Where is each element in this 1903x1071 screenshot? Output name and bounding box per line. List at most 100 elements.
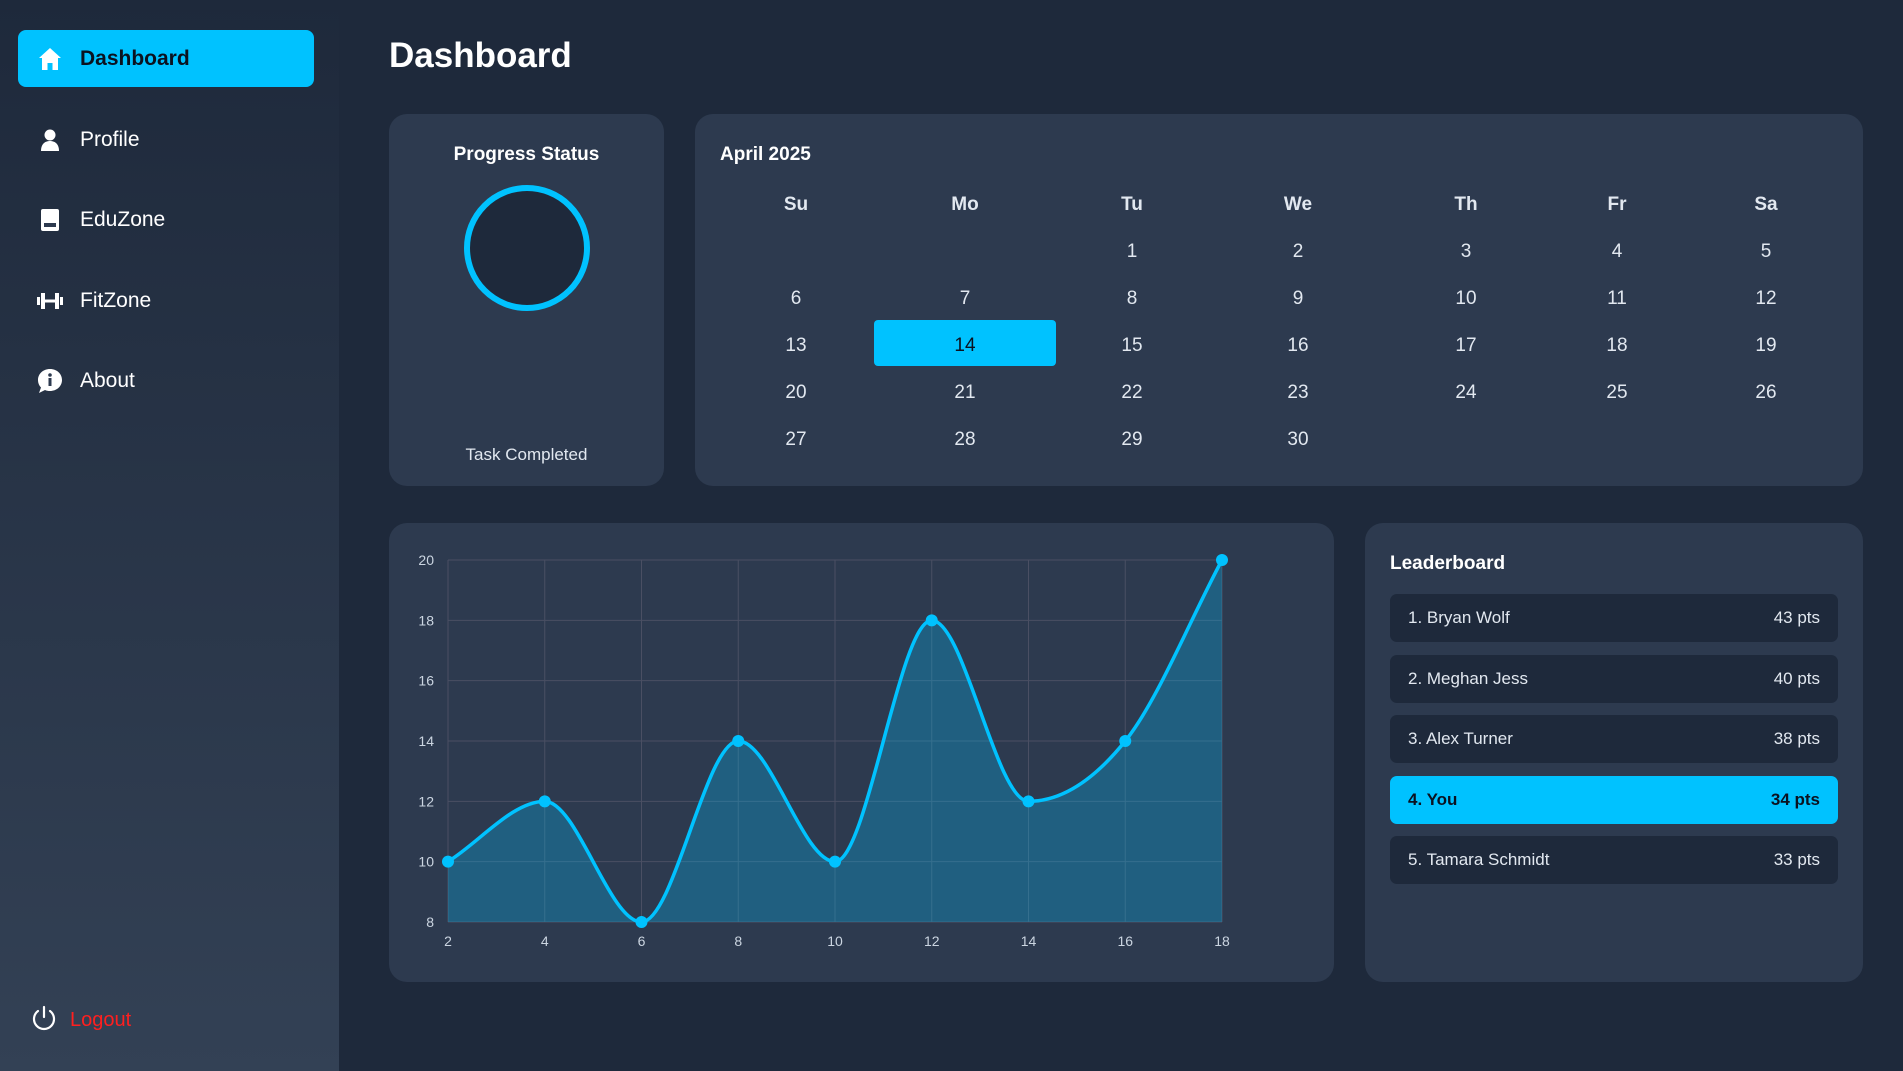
- leaderboard-points: 43 pts: [1773, 608, 1820, 627]
- y-tick-label: 16: [418, 673, 434, 689]
- page-title: Dashboard: [389, 36, 572, 75]
- calendar-day[interactable]: 19: [1736, 335, 1796, 357]
- data-point: [442, 855, 454, 868]
- calendar-day[interactable]: 10: [1436, 288, 1496, 310]
- data-point: [1022, 795, 1035, 808]
- calendar-day[interactable]: 22: [1102, 382, 1162, 404]
- calendar-day[interactable]: 16: [1268, 335, 1328, 357]
- data-point: [1216, 554, 1228, 566]
- sidebar-item-eduzone[interactable]: EduZone: [18, 191, 314, 248]
- logout-button[interactable]: Logout: [30, 1004, 131, 1037]
- sidebar-item-dashboard[interactable]: Dashboard: [18, 30, 314, 87]
- leaderboard-row: 5. Tamara Schmidt 33 pts: [1390, 836, 1838, 884]
- calendar-weekday: Th: [1454, 194, 1478, 215]
- calendar-day[interactable]: 9: [1268, 288, 1328, 310]
- data-point: [635, 916, 648, 928]
- power-icon: [30, 1004, 58, 1037]
- y-tick-label: 8: [426, 914, 434, 930]
- x-tick-label: 6: [638, 933, 646, 949]
- y-tick-label: 14: [418, 733, 434, 749]
- calendar-weekday: Su: [783, 194, 809, 215]
- leaderboard-points: 33 pts: [1773, 850, 1820, 869]
- x-tick-label: 8: [734, 933, 742, 949]
- sidebar-item-label: About: [80, 368, 135, 392]
- sidebar-item-profile[interactable]: Profile: [18, 111, 314, 168]
- progress-card: Progress Status Task Completed: [389, 114, 664, 486]
- x-tick-label: 14: [1021, 933, 1037, 949]
- calendar-title: April 2025: [720, 144, 811, 165]
- x-tick-label: 2: [444, 933, 452, 949]
- progress-title: Progress Status: [453, 144, 600, 165]
- calendar-day[interactable]: 21: [935, 382, 995, 404]
- calendar-day[interactable]: 2: [1268, 241, 1328, 263]
- book-icon: [36, 206, 64, 234]
- calendar-day[interactable]: 13: [766, 335, 826, 357]
- sidebar-item-label: EduZone: [80, 207, 166, 231]
- leaderboard-name: 2. Meghan Jess: [1408, 668, 1529, 688]
- calendar-day[interactable]: 29: [1102, 429, 1162, 451]
- x-tick-label: 4: [541, 933, 549, 949]
- leaderboard-name: 1. Bryan Wolf: [1408, 608, 1510, 627]
- info-icon: [36, 367, 64, 395]
- leaderboard-title: Leaderboard: [1390, 553, 1506, 574]
- sidebar-item-label: FitZone: [80, 288, 152, 312]
- calendar-weekday: Mo: [951, 194, 979, 215]
- calendar-weekday: Fr: [1607, 194, 1627, 215]
- data-point: [732, 735, 745, 747]
- data-point: [829, 855, 841, 868]
- calendar-day[interactable]: 5: [1736, 241, 1796, 263]
- sidebar-item-about[interactable]: About: [18, 352, 314, 409]
- calendar-weekday: Sa: [1754, 194, 1778, 215]
- calendar-day[interactable]: 20: [766, 382, 826, 404]
- calendar-day[interactable]: 27: [766, 429, 826, 451]
- calendar-weekday: Tu: [1121, 194, 1143, 215]
- calendar-day[interactable]: 1: [1102, 241, 1162, 263]
- calendar-day[interactable]: 30: [1268, 429, 1328, 451]
- sidebar-item-label: Profile: [80, 127, 140, 151]
- data-point: [538, 795, 551, 808]
- user-icon: [36, 126, 64, 154]
- progress-caption: Task Completed: [465, 445, 588, 464]
- calendar-day[interactable]: 25: [1587, 382, 1647, 404]
- x-tick-label: 16: [1117, 933, 1133, 949]
- sidebar-item-label: Dashboard: [80, 46, 190, 70]
- y-tick-label: 12: [418, 793, 434, 809]
- leaderboard-row-self: 4. You 34 pts: [1390, 775, 1838, 824]
- calendar-day[interactable]: 17: [1436, 335, 1496, 357]
- line-chart: 2 4 6 8 10 12 14 16 18 8 10 12 14 16 18 20: [418, 552, 1230, 949]
- leaderboard-points: 34 pts: [1770, 789, 1820, 809]
- leaderboard-name: 3. Alex Turner: [1408, 729, 1513, 748]
- y-tick-label: 18: [418, 612, 434, 628]
- calendar-day[interactable]: 18: [1587, 335, 1647, 357]
- data-point: [925, 614, 938, 627]
- x-tick-label: 18: [1214, 933, 1230, 949]
- calendar-day[interactable]: 6: [766, 288, 826, 310]
- x-tick-label: 12: [924, 933, 940, 949]
- leaderboard-name: 5. Tamara Schmidt: [1408, 850, 1550, 869]
- calendar-weekday: We: [1283, 194, 1313, 215]
- calendar-day[interactable]: 8: [1102, 288, 1162, 310]
- x-tick-label: 10: [827, 933, 843, 949]
- home-icon: [36, 45, 64, 73]
- calendar-day[interactable]: 12: [1736, 288, 1796, 310]
- calendar-day[interactable]: 3: [1436, 241, 1496, 263]
- calendar-day[interactable]: 24: [1436, 382, 1496, 404]
- chart-card: 2 4 6 8 10 12 14 16 18 8 10 12 14 16 18 20: [389, 523, 1334, 982]
- calendar-day-selected[interactable]: 14: [935, 335, 995, 357]
- leaderboard-row: 1. Bryan Wolf 43 pts: [1390, 594, 1838, 642]
- calendar-day[interactable]: 15: [1102, 335, 1162, 357]
- calendar-day[interactable]: 28: [935, 429, 995, 451]
- dumbbell-icon: [36, 287, 64, 315]
- y-tick-label: 20: [418, 552, 434, 568]
- calendar-day[interactable]: 26: [1736, 382, 1796, 404]
- leaderboard-row: 3. Alex Turner 38 pts: [1390, 715, 1838, 763]
- sidebar-item-fitzone[interactable]: FitZone: [18, 272, 314, 329]
- calendar-day[interactable]: 11: [1587, 288, 1647, 310]
- calendar-day[interactable]: 7: [935, 288, 995, 310]
- progress-ring: [464, 185, 590, 311]
- leaderboard-row: 2. Meghan Jess 40 pts: [1390, 654, 1838, 703]
- leaderboard-points: 38 pts: [1773, 729, 1820, 748]
- calendar-day[interactable]: 4: [1587, 241, 1647, 263]
- leaderboard-name: 4. You: [1408, 789, 1458, 809]
- calendar-day[interactable]: 23: [1268, 382, 1328, 404]
